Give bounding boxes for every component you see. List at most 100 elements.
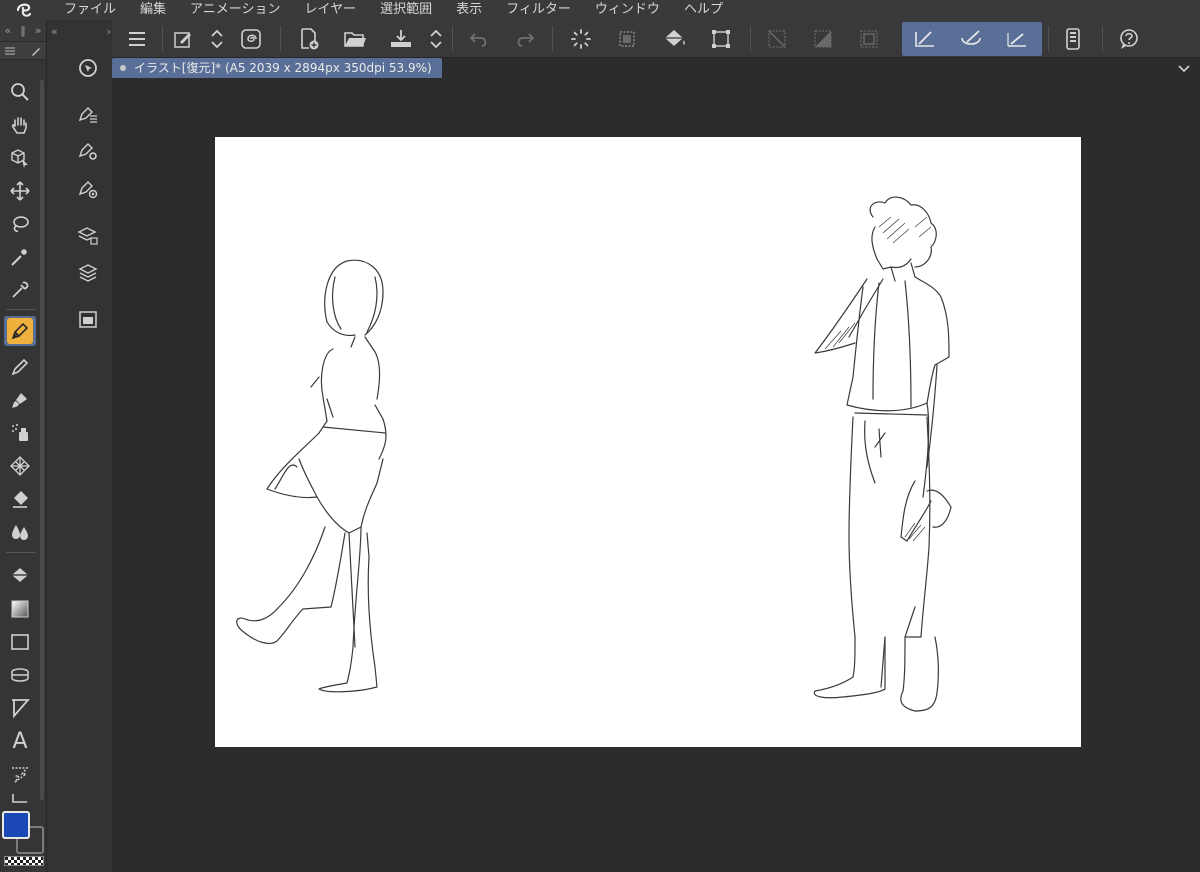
correct-line-tool[interactable]: [4, 790, 36, 804]
auto-select-tool[interactable]: [4, 242, 36, 272]
cmd-updown-button[interactable]: [202, 24, 232, 54]
frame-border-tool[interactable]: [4, 693, 36, 723]
tab-list-button[interactable]: [1176, 60, 1192, 76]
gradient-icon: [11, 600, 29, 618]
new-file-button[interactable]: [294, 24, 324, 54]
collapse-left-button[interactable]: «: [5, 24, 12, 37]
material-folder-button[interactable]: [73, 304, 103, 334]
transform-button[interactable]: [706, 24, 736, 54]
transform-icon: [712, 30, 730, 48]
deselect-icon: [768, 30, 786, 48]
menu-view[interactable]: 表示: [440, 0, 490, 20]
sketch-artwork: [236, 196, 952, 712]
decoration-tool[interactable]: [4, 451, 36, 481]
menu-selection[interactable]: 選択範囲: [364, 0, 440, 20]
brush-tool[interactable]: [4, 385, 36, 415]
command-bar: [112, 20, 1200, 58]
redo-icon: [517, 33, 535, 47]
eyedropper-icon: [12, 281, 29, 298]
rectangle-figure-icon: [11, 634, 29, 650]
menu-edit[interactable]: 編集: [124, 0, 174, 20]
help-button[interactable]: [1114, 24, 1144, 54]
menu-window[interactable]: ウィンドウ: [579, 0, 668, 20]
airbrush-tool[interactable]: [4, 418, 36, 448]
balloon-tool[interactable]: [4, 759, 36, 789]
zoom-tool[interactable]: [4, 77, 36, 107]
open-file-button[interactable]: [340, 24, 370, 54]
menu-animation[interactable]: アニメーション: [174, 0, 288, 20]
pen-preset-button[interactable]: [73, 174, 103, 204]
select-clear-button[interactable]: [612, 24, 642, 54]
move-tool[interactable]: [4, 176, 36, 206]
invert-select-button[interactable]: [808, 24, 838, 54]
document-tab-bar: イラスト[復元]* (A5 2039 x 2894px 350dpi 53.9%…: [112, 58, 1200, 78]
text-tool[interactable]: A: [4, 726, 36, 756]
girl-figure-sketch: [236, 259, 387, 693]
new-file-icon: [301, 28, 319, 50]
snap-grid-icon: [1007, 33, 1026, 47]
eyedropper-tool[interactable]: [4, 275, 36, 305]
object-tool[interactable]: [4, 143, 36, 173]
transparent-color-swatch[interactable]: [4, 856, 44, 866]
lasso-tool[interactable]: [4, 209, 36, 239]
sub-tool-select-button[interactable]: [73, 53, 103, 83]
layer-stack-button[interactable]: [73, 258, 103, 288]
snap-ruler-button[interactable]: [910, 24, 940, 54]
menu-layer[interactable]: レイヤー: [289, 0, 365, 20]
save-icon: [391, 30, 411, 47]
edit-layer-button[interactable]: [168, 24, 198, 54]
hand-tool[interactable]: [4, 110, 36, 140]
loading-button[interactable]: [566, 24, 596, 54]
document-tab[interactable]: イラスト[復元]* (A5 2039 x 2894px 350dpi 53.9%…: [112, 58, 442, 78]
undo-button[interactable]: [464, 24, 494, 54]
brush-icon: [12, 393, 27, 408]
cmd-updown2-button[interactable]: [421, 24, 451, 54]
snap-special-ruler-button[interactable]: [956, 24, 986, 54]
pen-preset-icon: [78, 181, 98, 199]
ruler-icon: [11, 668, 29, 682]
pen-settings-icon: [78, 143, 97, 160]
menu-filter[interactable]: フィルター: [490, 0, 579, 20]
main-color-swatch[interactable]: [2, 811, 30, 839]
hand-icon: [11, 117, 27, 134]
palette-collapse-row: « ‖ »: [0, 20, 46, 42]
eraser-tool[interactable]: [4, 484, 36, 514]
drawing-paper[interactable]: [215, 137, 1081, 747]
pen-tool[interactable]: [4, 316, 36, 346]
snap-special-ruler-icon: [961, 30, 981, 45]
figure-tool[interactable]: [4, 627, 36, 657]
pen-settings-button[interactable]: [73, 136, 103, 166]
ruler-tool[interactable]: [4, 660, 36, 690]
correct-line-icon: [12, 794, 27, 803]
main-menu-button[interactable]: [122, 24, 152, 54]
spiral-button[interactable]: [236, 24, 266, 54]
canvas-area[interactable]: [112, 78, 1200, 872]
cmd-divider: [280, 26, 281, 52]
pencil-tool[interactable]: [4, 352, 36, 382]
pen-sub-tool-list-button[interactable]: [73, 100, 103, 130]
collapse-left-button-2[interactable]: «: [51, 25, 58, 38]
blend-tool[interactable]: [4, 517, 36, 547]
layer-property-button[interactable]: [73, 220, 103, 250]
deselect-button[interactable]: [762, 24, 792, 54]
smartphone-button[interactable]: [1058, 24, 1088, 54]
save-button[interactable]: [386, 24, 416, 54]
menu-file[interactable]: ファイル: [48, 0, 124, 20]
select-border-button[interactable]: [854, 24, 884, 54]
fill-bucket-button[interactable]: [660, 24, 690, 54]
collapse-right-button[interactable]: »: [35, 24, 42, 37]
layer-property-icon: [77, 227, 98, 245]
menu-help[interactable]: ヘルプ: [668, 0, 731, 20]
collapse-right-button-2[interactable]: ›: [107, 25, 111, 38]
spiral-icon: [241, 29, 261, 49]
palette-menu-icon[interactable]: [4, 46, 16, 56]
clip-studio-logo-icon[interactable]: [0, 0, 48, 20]
redo-button[interactable]: [510, 24, 540, 54]
fill-tool[interactable]: [4, 560, 36, 590]
pen-tool-highlight: [7, 318, 33, 344]
snap-grid-button[interactable]: [1002, 24, 1032, 54]
cmd-divider: [750, 26, 751, 52]
tool-palette-scrollbar[interactable]: [40, 80, 44, 800]
sub-tool-select-icon: [79, 59, 97, 77]
gradient-tool[interactable]: [4, 594, 36, 624]
